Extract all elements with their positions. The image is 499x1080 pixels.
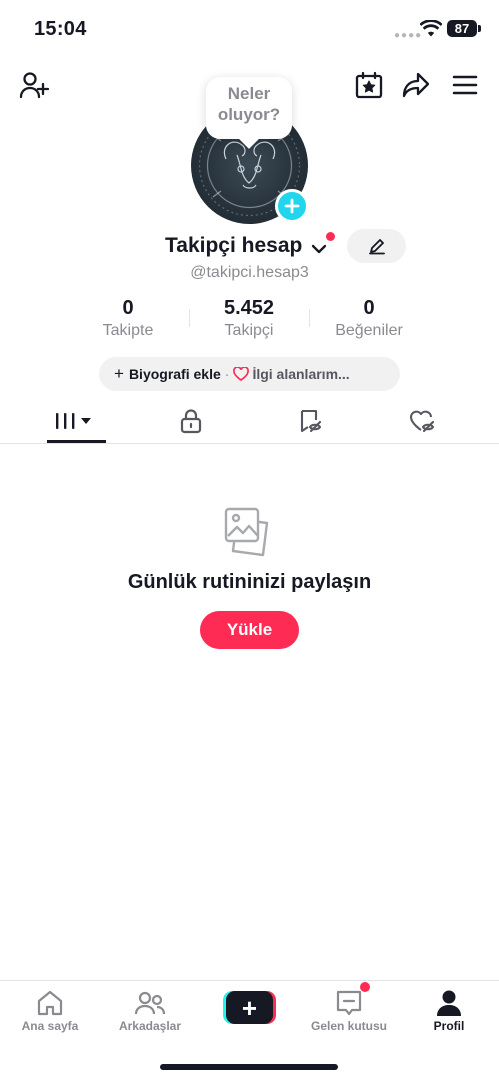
notification-dot	[326, 232, 335, 241]
stat-label: Takipçi	[224, 322, 274, 339]
whats-happening-bubble[interactable]: Neler oluyor?	[206, 77, 292, 139]
home-indicator	[160, 1064, 338, 1070]
upload-button[interactable]: Yükle	[200, 611, 299, 649]
stat-label: Takipte	[102, 322, 154, 339]
stat-followers[interactable]: 5.452 Takipçi	[189, 297, 309, 340]
profile-tabs	[0, 400, 499, 444]
friends-icon	[100, 987, 200, 1019]
profile-handle: @takipci.hesap3	[190, 264, 309, 281]
wifi-icon	[419, 19, 443, 42]
nav-label: Arkadaşlar	[118, 1019, 182, 1033]
battery-indicator: 87	[447, 20, 481, 37]
bio-bar[interactable]: + Biyografi ekle · İlgi alanlarım...	[99, 357, 400, 391]
edit-profile-button[interactable]	[347, 229, 406, 263]
signal-icon: ●●●●	[394, 30, 423, 41]
stat-following[interactable]: 0 Takipte	[68, 297, 188, 340]
stat-value: 0	[363, 297, 375, 319]
photos-icon	[223, 505, 277, 564]
inbox-notification-dot	[360, 982, 370, 992]
empty-state-title: Günlük rutininizi paylaşın	[127, 571, 372, 593]
pencil-icon	[368, 239, 385, 255]
share-arrow-icon[interactable]	[399, 68, 433, 102]
stat-label: Beğeniler	[335, 322, 403, 339]
create-plus-icon[interactable]: +	[223, 991, 276, 1024]
tab-videos[interactable]	[46, 400, 106, 442]
bubble-line2: oluyor?	[217, 105, 281, 124]
bookmark-hidden-icon	[300, 409, 322, 433]
tab-private[interactable]	[161, 400, 221, 442]
inbox-icon	[299, 987, 399, 1019]
status-bar: 15:04 ●●●● 87	[0, 0, 499, 60]
heart-hidden-icon	[409, 410, 435, 433]
nav-profile[interactable]: Profil	[399, 987, 499, 1033]
hamburger-menu-icon[interactable]	[448, 68, 482, 102]
chevron-down-icon[interactable]	[311, 242, 327, 260]
plus-icon: +	[114, 364, 124, 383]
bio-separator: ·	[224, 366, 230, 382]
nav-friends[interactable]: Arkadaşlar	[100, 987, 200, 1033]
profile-icon	[399, 987, 499, 1019]
heart-outline-icon	[233, 367, 250, 381]
nav-label: Ana sayfa	[21, 1019, 79, 1033]
calendar-star-icon[interactable]	[352, 68, 386, 102]
nav-label: Gelen kutusu	[310, 1019, 387, 1033]
profile-stats: 0 Takipte 5.452 Takipçi 0 Beğeniler	[0, 297, 499, 347]
tab-liked[interactable]	[393, 400, 453, 442]
nav-home[interactable]: Ana sayfa	[0, 987, 100, 1033]
stat-likes[interactable]: 0 Beğeniler	[309, 297, 429, 340]
stat-value: 5.452	[223, 297, 275, 319]
tab-saved[interactable]	[280, 400, 340, 442]
home-icon	[0, 987, 100, 1019]
add-bio-link[interactable]: Biyografi ekle	[129, 366, 221, 382]
stat-value: 0	[122, 297, 134, 319]
profile-name[interactable]: Takipçi hesap	[165, 234, 302, 258]
lock-icon	[180, 409, 202, 434]
active-tab-indicator	[47, 440, 106, 443]
nav-inbox[interactable]: Gelen kutusu	[299, 987, 399, 1033]
profile-name-row: Takipçi hesap	[0, 232, 499, 262]
grid-videos-icon	[56, 413, 91, 429]
interests-link[interactable]: İlgi alanlarım...	[252, 366, 349, 382]
add-story-button[interactable]	[275, 189, 309, 223]
nav-label: Profil	[433, 1019, 465, 1033]
status-time: 15:04	[34, 18, 87, 40]
bubble-line1: Neler	[227, 84, 271, 103]
add-user-icon[interactable]	[17, 68, 51, 102]
